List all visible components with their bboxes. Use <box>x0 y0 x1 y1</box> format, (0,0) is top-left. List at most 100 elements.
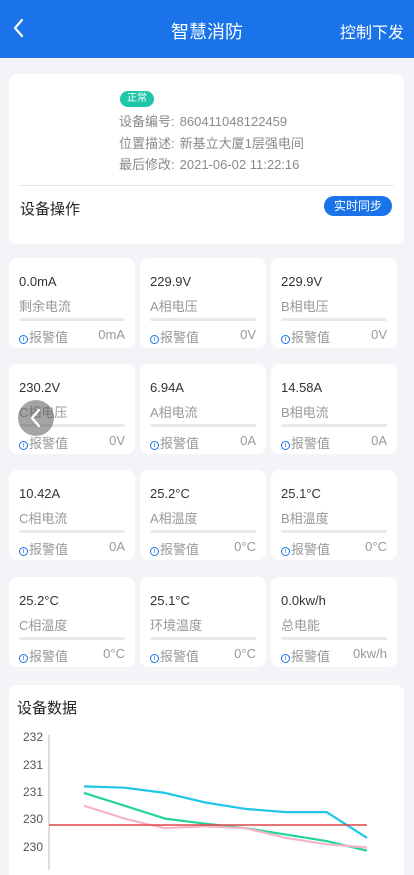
alarm-row: i 报警值 0A <box>150 433 256 452</box>
metric-value: 25.1°C <box>150 593 190 608</box>
metric-name: 剩余电流 <box>19 299 72 314</box>
alarm-label: 报警值 <box>160 330 200 345</box>
metric-tile: 14.58A B相电流 i 报警值 0A <box>271 364 397 454</box>
device-id-value: 860411048122459 <box>179 114 288 129</box>
alarm-label: 报警值 <box>160 649 200 664</box>
y-tick-label: 230 <box>23 840 43 854</box>
info-icon: i <box>281 335 290 344</box>
info-icon: i <box>281 547 290 556</box>
metric-tile: 6.94A A相电流 i 报警值 0A <box>140 364 266 454</box>
last-modified-label: 最后修改: <box>119 157 175 172</box>
alarm-label: 报警值 <box>160 542 200 557</box>
info-icon: i <box>19 547 28 556</box>
metric-value: 25.2°C <box>19 593 59 608</box>
metric-name: B相电压 <box>281 299 329 314</box>
device-operations-label: 设备操作 <box>20 201 81 218</box>
metric-bar <box>150 318 256 321</box>
location-label: 位置描述: <box>119 136 175 151</box>
device-id-row: 设备编号: 860411048122459 <box>119 111 287 130</box>
alarm-row: i 报警值 0A <box>281 433 387 452</box>
metric-bar <box>19 530 125 533</box>
alarm-row: i 报警值 0A <box>19 539 125 558</box>
realtime-sync-button[interactable]: 实时同步 <box>323 196 392 216</box>
metric-name: C相温度 <box>19 618 68 633</box>
alarm-limit: 0A <box>240 433 256 448</box>
info-icon: i <box>150 441 159 450</box>
alarm-row: i 报警值 0°C <box>281 539 387 558</box>
metric-bar <box>19 637 125 640</box>
info-icon: i <box>281 654 290 663</box>
metric-name: A相温度 <box>150 511 198 526</box>
app-header: 智慧消防 控制下发 <box>0 0 414 58</box>
metric-bar <box>150 530 256 533</box>
metric-value: 10.42A <box>19 486 61 501</box>
alarm-label: 报警值 <box>160 436 200 451</box>
metric-tile: 229.9V B相电压 i 报警值 0V <box>271 258 397 348</box>
last-modified-value: 2021-06-02 11:22:16 <box>179 157 300 172</box>
metric-tile: 0.0kw/h 总电能 i 报警值 0kw/h <box>271 577 397 667</box>
metric-tile: 25.2°C C相温度 i 报警值 0°C <box>9 577 135 667</box>
device-data-chart-card: 设备数据 232 231 231 230 230 <box>9 685 404 875</box>
alarm-label: 报警值 <box>29 436 69 451</box>
metric-name: A相电流 <box>150 405 198 420</box>
metric-value: 6.94A <box>150 380 184 395</box>
device-id-label: 设备编号: <box>119 114 175 129</box>
metric-name: B相温度 <box>281 511 329 526</box>
info-icon: i <box>150 547 159 556</box>
alarm-row: i 报警值 0V <box>281 327 387 346</box>
alarm-limit: 0°C <box>234 539 256 554</box>
metric-tile: 25.1°C B相温度 i 报警值 0°C <box>271 470 397 560</box>
alarm-label: 报警值 <box>291 436 331 451</box>
alarm-label: 报警值 <box>29 542 69 557</box>
alarm-limit: 0°C <box>103 646 125 661</box>
metric-value: 25.1°C <box>281 486 321 501</box>
alarm-row: i 报警值 0mA <box>19 327 125 346</box>
status-badge: 正常 <box>120 91 154 107</box>
alarm-limit: 0A <box>109 539 125 554</box>
alarm-row: i 报警值 0°C <box>150 539 256 558</box>
y-tick-label: 232 <box>23 730 43 744</box>
info-icon: i <box>19 654 28 663</box>
metric-tile: 10.42A C相电流 i 报警值 0A <box>9 470 135 560</box>
metric-name: A相电压 <box>150 299 198 314</box>
info-icon: i <box>19 335 28 344</box>
metric-value: 14.58A <box>281 380 323 395</box>
metric-value: 25.2°C <box>150 486 190 501</box>
alarm-label: 报警值 <box>291 542 331 557</box>
metric-name: C相电流 <box>19 511 68 526</box>
series-line-2 <box>83 791 368 852</box>
y-tick-label: 231 <box>23 785 43 799</box>
metric-tile: 25.1°C 环境温度 i 报警值 0°C <box>140 577 266 667</box>
metric-bar <box>281 637 387 640</box>
alarm-label: 报警值 <box>29 649 69 664</box>
metric-value: 229.9V <box>150 274 192 289</box>
alarm-limit: 0°C <box>365 539 387 554</box>
alarm-limit: 0V <box>109 433 125 448</box>
location-value: 新基立大厦1层强电间 <box>179 136 304 151</box>
info-icon: i <box>19 441 28 450</box>
metric-value: 229.9V <box>281 274 323 289</box>
alarm-limit: 0V <box>371 327 387 342</box>
alarm-limit: 0°C <box>234 646 256 661</box>
control-dispatch-button[interactable]: 控制下发 <box>340 19 404 43</box>
alarm-row: i 报警值 0°C <box>150 646 256 665</box>
floating-back-button[interactable] <box>18 400 54 436</box>
alarm-limit: 0kw/h <box>353 646 387 661</box>
alarm-row: i 报警值 0°C <box>19 646 125 665</box>
last-modified-row: 最后修改: 2021-06-02 11:22:16 <box>119 154 299 173</box>
info-icon: i <box>150 654 159 663</box>
metric-tile: 229.9V A相电压 i 报警值 0V <box>140 258 266 348</box>
metric-tile: 0.0mA 剩余电流 i 报警值 0mA <box>9 258 135 348</box>
metric-value: 0.0kw/h <box>281 593 326 608</box>
metric-tile: 25.2°C A相温度 i 报警值 0°C <box>140 470 266 560</box>
divider <box>19 185 394 186</box>
metric-value: 230.2V <box>19 380 61 395</box>
alarm-label: 报警值 <box>291 330 331 345</box>
y-tick-label: 231 <box>23 758 43 772</box>
alarm-row: i 报警值 0kw/h <box>281 646 387 665</box>
info-icon: i <box>150 335 159 344</box>
alarm-limit: 0A <box>371 433 387 448</box>
device-info-card: 正常 设备编号: 860411048122459 位置描述: 新基立大厦1层强电间 … <box>9 74 404 244</box>
metric-bar <box>150 637 256 640</box>
y-tick-label: 230 <box>23 812 43 826</box>
